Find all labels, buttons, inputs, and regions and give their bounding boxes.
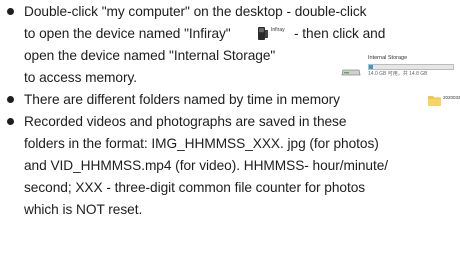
item-3-line-2: folders in the format: IMG_HHMMSS_XXX. j… — [24, 136, 379, 151]
storage-usage-bar — [368, 64, 454, 70]
storage-capacity-text: 14.0 GB 可用，共 14.8 GB — [368, 71, 428, 77]
storage-name: Internal Storage — [368, 55, 408, 61]
item-1-line-2b: - then click and — [294, 26, 386, 41]
drive-icon — [341, 64, 361, 76]
bullet-3 — [7, 118, 14, 125]
item-1-line-2: to open the device named "Infiray" — [24, 26, 231, 41]
item-3-line-1: Recorded videos and photographs are save… — [24, 114, 347, 129]
folder-label: 20200327 — [443, 95, 460, 100]
item-3-line-4: second; XXX - three-digit common file co… — [24, 180, 366, 195]
bullet-1 — [7, 8, 14, 15]
item-1-line-3: open the device named "Internal Storage" — [24, 48, 276, 63]
infiray-device-label: Infiray — [271, 27, 285, 33]
item-1-line-4: to access memory. — [24, 70, 137, 85]
internal-storage-widget: Internal Storage 14.0 GB 可用，共 14.8 GB — [341, 55, 456, 81]
item-2-line-1: There are different folders named by tim… — [24, 92, 340, 107]
storage-usage-fill — [369, 65, 374, 69]
bullet-2 — [7, 96, 14, 103]
folder-icon — [427, 94, 442, 107]
infiray-device-icon — [256, 26, 270, 42]
instruction-list: Double-click "my computer" on the deskto… — [0, 0, 460, 253]
item-3-line-5: which is NOT reset. — [24, 202, 143, 217]
item-1-line-1: Double-click "my computer" on the deskto… — [24, 4, 367, 19]
item-3-line-3: and VID_HHMMSS.mp4 (for video). HHMMSS- … — [24, 158, 389, 173]
